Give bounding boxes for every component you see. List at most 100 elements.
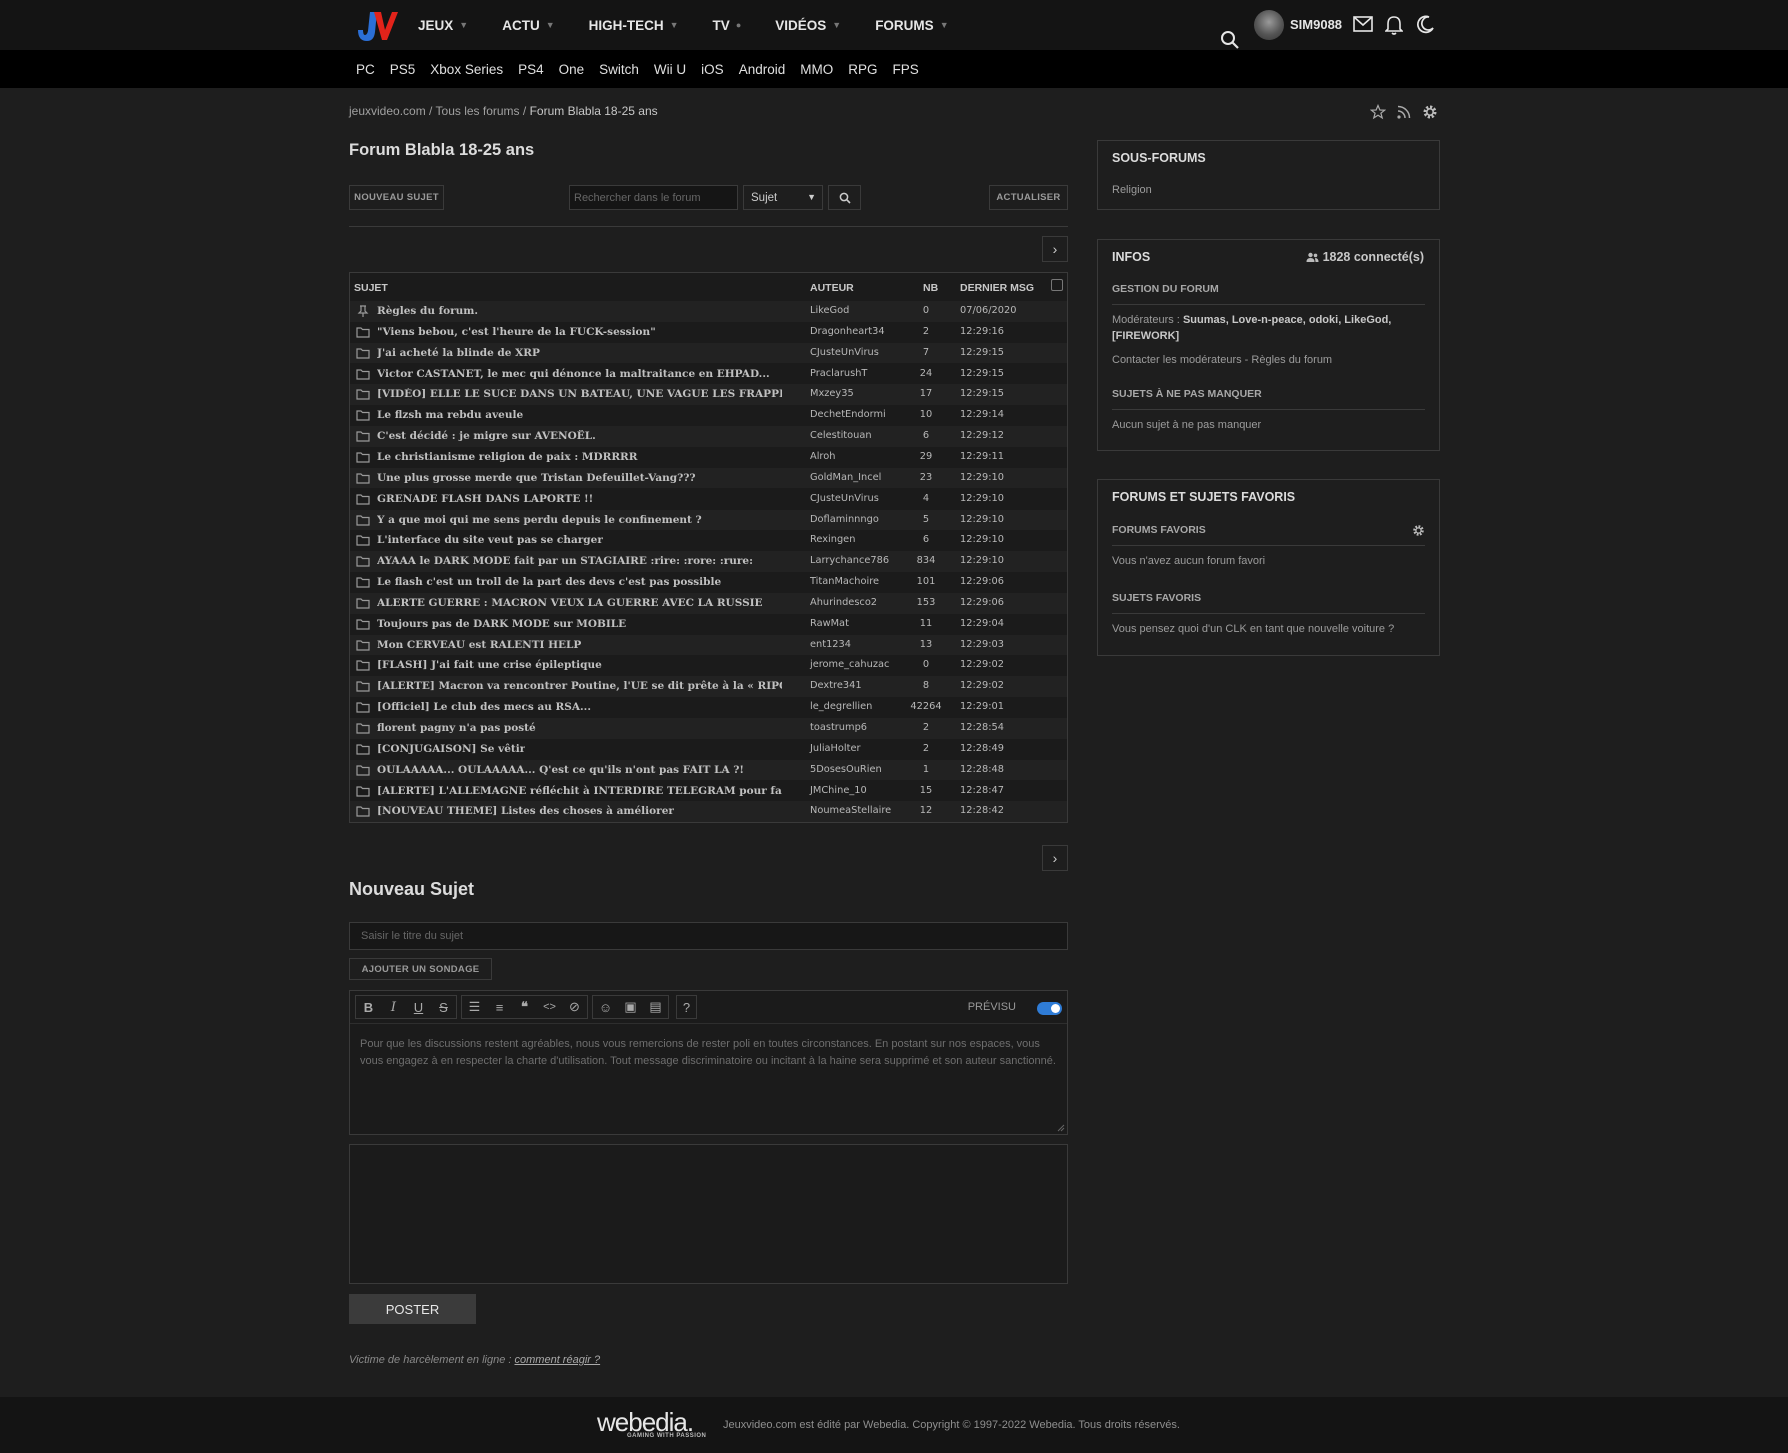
forum-search-input[interactable] xyxy=(569,185,738,210)
platform-android[interactable]: Android xyxy=(739,62,786,77)
nav-tv[interactable]: TV ● xyxy=(713,18,742,33)
breadcrumb-home[interactable]: jeuxvideo.com xyxy=(349,104,426,118)
platform-fps[interactable]: FPS xyxy=(893,62,919,77)
topic-title-link[interactable]: [ALERTE] Macron va rencontrer Poutine, l… xyxy=(377,680,782,692)
moon-icon[interactable] xyxy=(1415,15,1435,35)
quote-icon[interactable]: ❝ xyxy=(512,996,537,1018)
contact-moderators-link[interactable]: Contacter les modérateurs - Règles du fo… xyxy=(1112,352,1332,368)
topic-author[interactable]: RawMat xyxy=(810,618,849,629)
post-button[interactable]: POSTER xyxy=(349,1294,476,1324)
table-row[interactable]: Le christianisme religion de paix : MDRR… xyxy=(350,447,1067,468)
table-row[interactable]: Toujours pas de DARK MODE sur MOBILE RawM… xyxy=(350,614,1067,635)
table-row[interactable]: "Viens bebou, c'est l'heure de la FUCK-s… xyxy=(350,322,1067,343)
table-row[interactable]: J'ai acheté la blinde de XRP CJusteUnViru… xyxy=(350,342,1067,364)
nav-high-tech[interactable]: HIGH-TECH ▼ xyxy=(589,18,679,33)
table-row[interactable]: Victor CASTANET, le mec qui dénonce la m… xyxy=(350,364,1067,385)
platform-ps5[interactable]: PS5 xyxy=(390,62,416,77)
topic-title-link[interactable]: L'interface du site veut pas se charger xyxy=(377,534,603,546)
next-page-button-bottom[interactable]: › xyxy=(1042,845,1068,871)
topic-title-link[interactable]: [NOUVEAU THEME] Listes des choses à amél… xyxy=(377,805,674,817)
topic-author[interactable]: JMChine_10 xyxy=(810,785,867,796)
topic-title-link[interactable]: Y a que moi qui me sens perdu depuis le … xyxy=(377,514,702,526)
topic-author[interactable]: Dextre341 xyxy=(810,680,862,691)
topic-title-link[interactable]: Le flash c'est un troll de la part des d… xyxy=(377,576,721,588)
new-topic-button[interactable]: NOUVEAU SUJET xyxy=(349,185,444,210)
table-row[interactable]: [Officiel] Le club des mecs au RSA... le_… xyxy=(350,697,1067,718)
topic-title-link[interactable]: Une plus grosse merde que Tristan Defeui… xyxy=(377,472,696,484)
bell-icon[interactable] xyxy=(1385,15,1403,35)
topic-title-link[interactable]: Le christianisme religion de paix : MDRR… xyxy=(377,451,638,463)
topic-author[interactable]: LikeGod xyxy=(810,305,849,316)
platform-ios[interactable]: iOS xyxy=(701,62,724,77)
add-poll-button[interactable]: AJOUTER UN SONDAGE xyxy=(349,958,492,980)
topic-author[interactable]: Larrychance786 xyxy=(810,555,889,566)
platform-pc[interactable]: PC xyxy=(356,62,375,77)
topic-last-message[interactable]: 12:29:15 xyxy=(960,368,1004,379)
topic-author[interactable]: Celestitouan xyxy=(810,430,872,441)
topic-title-link[interactable]: AYAAA le DARK MODE fait par un STAGIAIRE… xyxy=(377,555,753,567)
table-row[interactable]: [NOUVEAU THEME] Listes des choses à amél… xyxy=(350,801,1067,823)
topic-title-link[interactable]: Mon CERVEAU est RALENTI HELP xyxy=(377,639,581,651)
topic-author[interactable]: Doflaminnngo xyxy=(810,514,879,525)
topic-author[interactable]: 5DosesOuRien xyxy=(810,764,882,775)
next-page-button[interactable]: › xyxy=(1042,236,1068,262)
topic-last-message[interactable]: 12:29:10 xyxy=(960,555,1004,566)
image-icon[interactable]: ▣ xyxy=(618,996,643,1018)
rss-icon[interactable] xyxy=(1396,104,1412,120)
topic-last-message[interactable]: 12:29:02 xyxy=(960,659,1004,670)
gear-icon[interactable] xyxy=(1422,104,1438,120)
topic-author[interactable]: Ahurindesco2 xyxy=(810,597,877,608)
smiley-icon[interactable]: ☺ xyxy=(593,996,618,1018)
italic-icon[interactable]: I xyxy=(381,996,406,1018)
topic-author[interactable]: jerome_cahuzac xyxy=(810,659,889,670)
topic-last-message[interactable]: 12:29:14 xyxy=(960,409,1004,420)
table-row[interactable]: OULAAAAA... OULAAAAA... Q'est ce qu'ils … xyxy=(350,759,1067,781)
nav-jeux[interactable]: JEUX ▼ xyxy=(418,18,468,33)
topic-author[interactable]: GoldMan_Incel xyxy=(810,472,881,483)
topic-title-link[interactable]: [ALERTE] L'ALLEMAGNE réfléchit à INTERDI… xyxy=(377,785,782,797)
topic-title-link[interactable]: J'ai acheté la blinde de XRP xyxy=(377,347,540,359)
table-row[interactable]: [ALERTE] L'ALLEMAGNE réfléchit à INTERDI… xyxy=(350,781,1067,802)
mail-icon[interactable] xyxy=(1353,16,1373,32)
table-row[interactable]: florent pagny n'a pas posté toastrump6 2 12… xyxy=(350,718,1067,739)
username[interactable]: SIM9088 xyxy=(1290,17,1342,32)
topic-title-input[interactable] xyxy=(349,922,1068,950)
table-row[interactable]: [FLASH] J'ai fait une crise épileptique j… xyxy=(350,655,1067,676)
avatar[interactable] xyxy=(1254,10,1284,40)
topic-author[interactable]: Alroh xyxy=(810,451,835,462)
topic-last-message[interactable]: 12:29:12 xyxy=(960,430,1004,441)
refresh-button[interactable]: ACTUALISER xyxy=(989,185,1068,210)
topic-author[interactable]: toastrump6 xyxy=(810,722,867,733)
topic-title-link[interactable]: GRENADE FLASH DANS LAPORTE !! xyxy=(377,493,593,505)
table-row[interactable]: L'interface du site veut pas se charger R… xyxy=(350,530,1067,551)
code-icon[interactable]: <> xyxy=(537,996,562,1018)
topic-title-link[interactable]: [CONJUGAISON] Se vêtir xyxy=(377,743,525,755)
subforum-religion[interactable]: Religion xyxy=(1112,182,1152,198)
table-row[interactable]: Le flash c'est un troll de la part des d… xyxy=(350,572,1067,593)
topic-title-link[interactable]: [VIDÉO] ELLE LE SUCE DANS UN BATEAU, UNE… xyxy=(377,388,782,400)
strikethrough-icon[interactable]: S xyxy=(431,996,456,1018)
topic-last-message[interactable]: 12:29:10 xyxy=(960,514,1004,525)
table-row[interactable]: Le flzsh ma rebdu aveule DechetEndormi 10 1… xyxy=(350,405,1067,426)
topic-last-message[interactable]: 12:28:42 xyxy=(960,805,1004,816)
topic-title-link[interactable]: ALERTE GUERRE : MACRON VEUX LA GUERRE AV… xyxy=(377,597,763,609)
topic-last-message[interactable]: 12:28:48 xyxy=(960,764,1004,775)
table-row[interactable]: ALERTE GUERRE : MACRON VEUX LA GUERRE AV… xyxy=(350,592,1067,614)
numbered-list-icon[interactable]: ≡ xyxy=(487,996,512,1018)
table-row[interactable]: GRENADE FLASH DANS LAPORTE !! CJusteUnVir… xyxy=(350,489,1067,510)
topic-title-link[interactable]: [Officiel] Le club des mecs au RSA... xyxy=(377,701,591,713)
topic-last-message[interactable]: 12:29:03 xyxy=(960,639,1004,650)
nav-videos[interactable]: VIDÉOS ▼ xyxy=(775,18,841,33)
topic-last-message[interactable]: 12:29:04 xyxy=(960,618,1004,629)
table-row[interactable]: Mon CERVEAU est RALENTI HELP ent1234 13 12:… xyxy=(350,634,1067,656)
platform-one[interactable]: One xyxy=(559,62,585,77)
topic-last-message[interactable]: 12:29:11 xyxy=(960,451,1004,462)
select-all-checkbox[interactable] xyxy=(1051,279,1063,291)
table-row[interactable]: [CONJUGAISON] Se vêtir JuliaHolter 2 12:28:… xyxy=(350,739,1067,760)
topic-last-message[interactable]: 12:28:49 xyxy=(960,743,1004,754)
underline-icon[interactable]: U xyxy=(406,996,431,1018)
topic-last-message[interactable]: 12:29:02 xyxy=(960,680,1004,691)
topic-author[interactable]: Mxzey35 xyxy=(810,388,854,399)
gear-icon[interactable] xyxy=(1412,524,1425,537)
search-button[interactable] xyxy=(828,185,861,210)
